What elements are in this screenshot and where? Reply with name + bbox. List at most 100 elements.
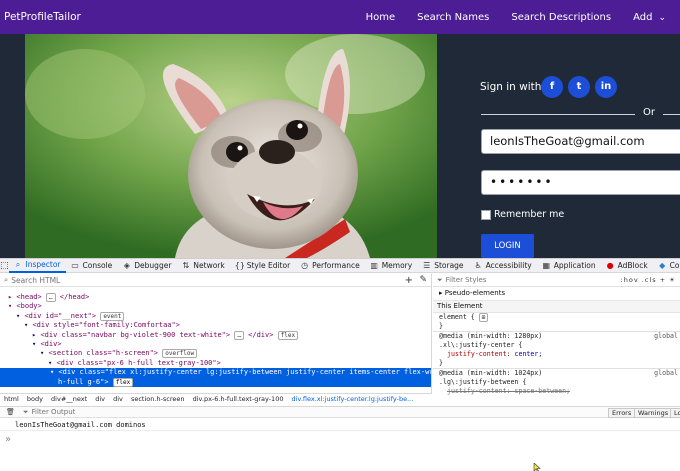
- css-value: center;: [514, 350, 543, 358]
- filter-styles-input[interactable]: ⏷ Filter Styles :hov .cls + ☀: [433, 274, 680, 287]
- pseudo-elements-toggle[interactable]: ▸ Pseudo-elements: [433, 287, 680, 301]
- rule-source-link[interactable]: global: [654, 332, 678, 341]
- crumb-current[interactable]: div.flex.xl:justify-center.lg:justify-be…: [292, 395, 414, 403]
- debugger-icon: ◈: [123, 261, 130, 270]
- tab-inspector[interactable]: ⌕ Inspector: [8, 259, 66, 273]
- brand-logo[interactable]: PetProfileTailor: [4, 0, 81, 34]
- tab-storage[interactable]: ☰ Storage: [417, 259, 468, 273]
- crumb[interactable]: html: [4, 395, 19, 403]
- tree-line-selected[interactable]: h-full g-6"> flex: [0, 377, 431, 387]
- tree-line[interactable]: ▾ <div id="__next"> event: [0, 311, 431, 321]
- css-property: justify-content: space-between;: [447, 387, 571, 395]
- tree-line[interactable]: ▾ <section class="h-screen"> overflow: [0, 349, 431, 359]
- tab-style-editor[interactable]: {} Style Editor: [230, 259, 295, 273]
- tree-line[interactable]: ▸ <head> … </head>: [0, 293, 431, 302]
- tree-line[interactable]: ▾ <div style="font-family:Comfortaa">: [0, 321, 431, 330]
- tree-node: <div id="__next">: [24, 311, 97, 320]
- tree-line[interactable]: ▾ <div>: [0, 340, 431, 349]
- css-declaration-overridden[interactable]: justify-content: space-between;: [433, 387, 680, 396]
- nav-search-names[interactable]: Search Names: [417, 12, 489, 23]
- hov-cls-label: :hov .cls: [620, 276, 657, 284]
- rule-selector[interactable]: .xl\:justify-center {: [433, 341, 680, 350]
- tree-line[interactable]: ▸ <div class="navbar bg-violet-900 text-…: [0, 330, 431, 340]
- eyedropper-icon[interactable]: ✎: [419, 275, 427, 285]
- element-rule[interactable]: element { ⊞: [433, 313, 680, 322]
- tree-line[interactable]: ▾ <body>: [0, 302, 431, 311]
- login-button[interactable]: LOGIN: [481, 234, 534, 258]
- filter-placeholder: Filter Styles: [445, 276, 487, 284]
- nav-add[interactable]: Add ⌄: [633, 12, 666, 23]
- remember-label: Remember me: [494, 209, 565, 220]
- or-label: Or: [643, 107, 655, 118]
- rules-view: ⏷ Filter Styles :hov .cls + ☀ ▸ Pseudo-e…: [433, 274, 680, 406]
- twitter-login-button[interactable]: t: [568, 76, 590, 98]
- tree-node-end: </head>: [59, 293, 90, 301]
- console-toolbar: 🗑 ⏷ Filter Output Errors Warnings Log: [0, 406, 680, 418]
- collapsed-badge[interactable]: …: [45, 293, 56, 302]
- web-page: PetProfileTailor Home Search Names Searc…: [0, 0, 680, 258]
- add-node-icon[interactable]: +: [405, 275, 413, 286]
- crumb[interactable]: div#__next: [51, 395, 87, 403]
- nav-home[interactable]: Home: [366, 12, 396, 23]
- crumb[interactable]: section.h-screen: [131, 395, 185, 403]
- rule-source-link[interactable]: global: [654, 369, 678, 378]
- tree-node: h-full g-6">: [58, 377, 109, 386]
- search-placeholder: Search HTML: [11, 275, 61, 285]
- tab-network[interactable]: ⇅ Network: [176, 259, 229, 273]
- tab-application[interactable]: ▦ Application: [537, 259, 601, 273]
- rule-close: }: [439, 359, 443, 367]
- tab-performance[interactable]: ◷ Performance: [295, 259, 365, 273]
- tree-node: <div>: [40, 339, 62, 348]
- overflow-badge[interactable]: overflow: [162, 349, 198, 359]
- console-icon: ▭: [71, 261, 79, 270]
- crumb[interactable]: div: [113, 395, 123, 403]
- logs-filter-button[interactable]: Log: [670, 408, 680, 418]
- flex-badge[interactable]: flex: [277, 330, 299, 340]
- media-text: @media (min-width: 1280px): [439, 332, 543, 340]
- remember-checkbox[interactable]: [481, 209, 491, 220]
- console-filter-input[interactable]: Filter Output: [32, 408, 76, 416]
- tab-debugger[interactable]: ◈ Debugger: [117, 259, 176, 273]
- trash-icon[interactable]: 🗑: [6, 408, 15, 416]
- nav-search-descriptions[interactable]: Search Descriptions: [511, 12, 611, 23]
- rule-selector[interactable]: .lg\:justify-between {: [433, 378, 680, 387]
- event-badge[interactable]: event: [100, 311, 125, 321]
- password-field[interactable]: •••••••: [481, 170, 680, 195]
- flex-badge[interactable]: flex: [112, 377, 134, 387]
- css-declaration[interactable]: justify-content: center;: [433, 350, 680, 359]
- linkedin-login-button[interactable]: in: [595, 76, 617, 98]
- tab-label: Debugger: [134, 261, 172, 270]
- markup-view: ⌕ Search HTML + ✎ ▸ <head> … </head> ▾ <…: [0, 274, 432, 393]
- email-field[interactable]: leonIsTheGoat@gmail.com: [481, 129, 680, 154]
- inspector-icon: ⌕: [15, 259, 21, 269]
- tab-label: Style Editor: [246, 261, 291, 270]
- tab-adblock[interactable]: ● AdBlock: [601, 259, 653, 273]
- rule-icon: ⊞: [478, 313, 489, 322]
- tab-label: Accessibility: [485, 261, 532, 270]
- element-picker-icon[interactable]: ⬚: [0, 259, 9, 273]
- tree-line-selected[interactable]: ▾ <div class="flex xl:justify-center lg:…: [0, 368, 431, 378]
- facebook-login-button[interactable]: f: [541, 76, 563, 98]
- this-element-header: This Element: [433, 301, 680, 313]
- console-prompt[interactable]: »: [5, 434, 11, 445]
- crumb[interactable]: div: [95, 395, 105, 403]
- errors-filter-button[interactable]: Errors: [608, 408, 636, 418]
- tab-memory[interactable]: ▥ Memory: [365, 259, 418, 273]
- remember-me[interactable]: Remember me: [481, 209, 564, 220]
- breadcrumb: html body div#__next div div section.h-s…: [0, 393, 432, 404]
- crumb[interactable]: div.px-6.h-full.text-gray-100: [193, 395, 284, 403]
- mouse-cursor-icon: [533, 463, 541, 471]
- collapsed-badge[interactable]: …: [234, 330, 244, 340]
- accessibility-icon: ♿: [474, 261, 482, 270]
- tree-node: <section class="h-screen">: [48, 349, 159, 358]
- warnings-filter-button[interactable]: Warnings: [634, 408, 673, 418]
- selector-text: .xl\:justify-center {: [439, 341, 523, 349]
- search-html-input[interactable]: ⌕ Search HTML + ✎: [0, 274, 431, 287]
- hov-cls-toggles[interactable]: :hov .cls + ☀: [621, 276, 676, 284]
- crumb[interactable]: body: [27, 395, 43, 403]
- tab-console[interactable]: ▭ Console: [66, 259, 118, 273]
- tree-line[interactable]: ▾ <div class="px-6 h-full text-gray-100"…: [0, 359, 431, 368]
- tab-accessibility[interactable]: ♿ Accessibility: [469, 259, 537, 273]
- twitter-icon: t: [576, 81, 582, 92]
- tab-components[interactable]: ◆Componen: [653, 259, 680, 273]
